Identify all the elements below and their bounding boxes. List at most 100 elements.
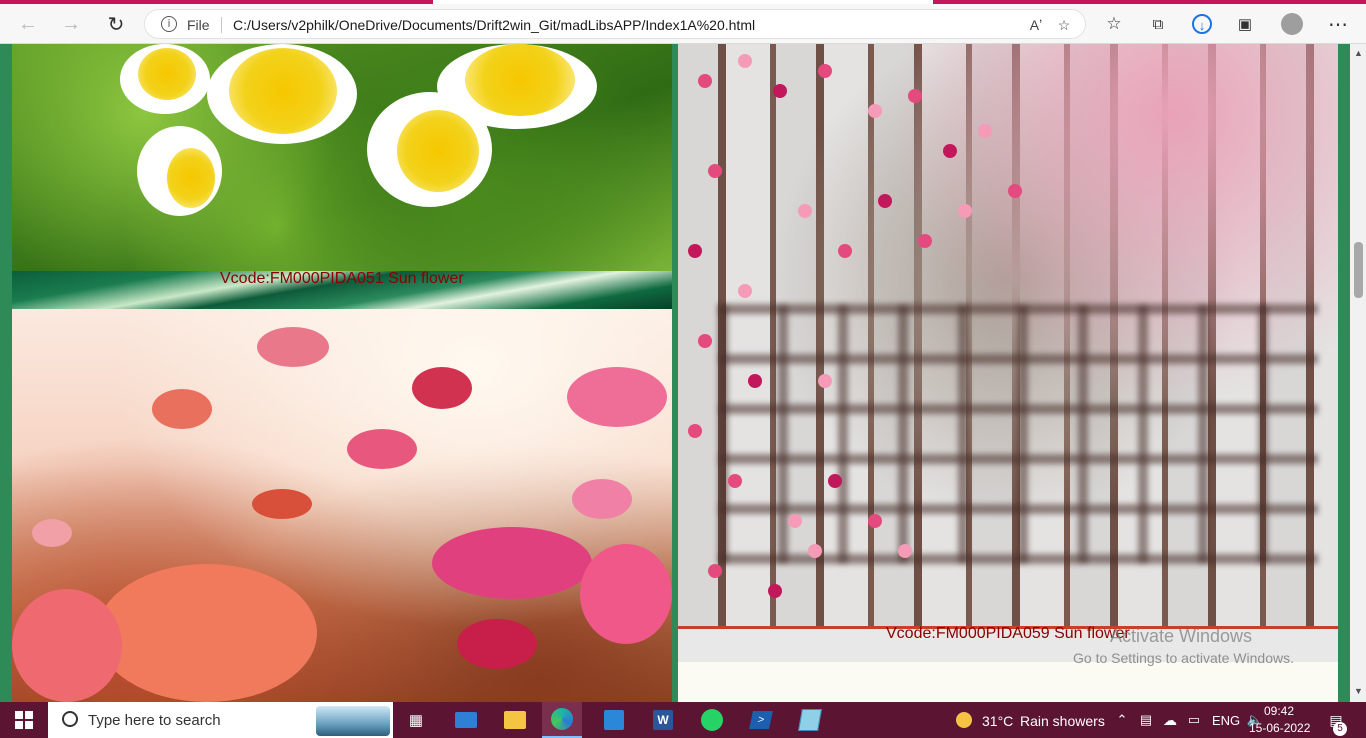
search-icon — [62, 711, 78, 727]
blossom-bud — [943, 144, 957, 158]
blossom-bud — [838, 244, 852, 258]
display-icon[interactable]: ▭ — [1180, 706, 1208, 734]
blossom-bud — [958, 204, 972, 218]
read-aloud-icon[interactable]: Aʼ — [1025, 14, 1047, 36]
blossom-bud — [738, 284, 752, 298]
blossom-bud — [738, 54, 752, 68]
refresh-icon[interactable]: ↻ — [102, 10, 130, 38]
cosmos-bloom — [347, 429, 417, 469]
browser-toolbar: ← → ↻ i File C:/Users/v2philk/OneDrive/D… — [0, 4, 1366, 44]
flower-bloom — [207, 44, 357, 144]
blossom-bud — [773, 84, 787, 98]
collections-icon[interactable]: ⧉ — [1144, 10, 1172, 38]
blossom-bud — [708, 564, 722, 578]
clock-time[interactable]: 09:42 — [1264, 704, 1294, 718]
blossom-bud — [868, 514, 882, 528]
activate-windows-title: Activate Windows — [1110, 626, 1253, 646]
add-favorite-icon[interactable]: ☆ — [1053, 14, 1075, 36]
flower-photo-partial — [678, 662, 1338, 702]
blossom-bud — [878, 194, 892, 208]
scroll-down-icon[interactable]: ▼ — [1354, 686, 1363, 696]
blossom-bud — [908, 89, 922, 103]
blossom-bud — [828, 474, 842, 488]
cosmos-bloom — [252, 489, 312, 519]
notification-badge: 5 — [1333, 722, 1347, 736]
cosmos-bloom — [257, 327, 329, 367]
cosmos-bloom — [152, 389, 212, 429]
cosmos-bloom — [12, 589, 122, 702]
cosmos-bloom — [572, 479, 632, 519]
extensions-icon[interactable]: ▣ — [1231, 10, 1259, 38]
search-highlight-image — [316, 706, 390, 736]
photo-caption-2: Vcode:FM000PIDA059 Sun flower — [886, 625, 1130, 642]
flower-photo-cosmos — [12, 309, 672, 702]
window-lattice — [718, 304, 1318, 564]
blossom-bud — [918, 234, 932, 248]
weather-icon[interactable] — [950, 706, 978, 734]
flower-photo-blossom — [678, 44, 1338, 626]
notification-count: 5 — [1337, 723, 1343, 734]
blossom-bud — [1008, 184, 1022, 198]
blossom-bud — [698, 334, 712, 348]
taskbar-search-box[interactable]: Type here to search — [48, 702, 393, 738]
info-icon[interactable]: i — [161, 16, 177, 32]
blossom-bud — [788, 514, 802, 528]
search-placeholder: Type here to search — [88, 712, 221, 729]
blossom-bud — [868, 104, 882, 118]
cosmos-bloom — [567, 367, 667, 427]
downloads-icon[interactable]: ↓ — [1188, 10, 1216, 38]
page-content: Vcode:FM000PIDA051 Sun flower Vcode:FM00… — [0, 44, 1366, 702]
whatsapp-icon[interactable] — [698, 706, 726, 734]
blossom-bud — [688, 244, 702, 258]
flower-photo-yellow — [12, 44, 672, 271]
file-explorer-icon[interactable] — [501, 706, 529, 734]
weather-description[interactable]: Rain showers — [1020, 713, 1105, 729]
cosmos-bloom — [580, 544, 672, 644]
favorites-icon[interactable]: ☆ — [1100, 10, 1128, 38]
mail-icon[interactable] — [452, 706, 480, 734]
blossom-bud — [818, 374, 832, 388]
flower-bloom — [120, 44, 210, 114]
activate-windows-subtitle: Go to Settings to activate Windows. — [1073, 650, 1294, 666]
url-text[interactable]: C:/Users/v2philk/OneDrive/Documents/Drif… — [233, 17, 755, 33]
flower-bloom — [137, 126, 222, 216]
edge-browser-icon[interactable] — [542, 702, 582, 738]
more-menu-icon[interactable]: ⋯ — [1324, 10, 1352, 38]
photo-caption-1: Vcode:FM000PIDA051 Sun flower — [220, 270, 464, 287]
blossom-bud — [748, 374, 762, 388]
blossom-bud — [698, 74, 712, 88]
forward-arrow-icon[interactable]: → — [57, 10, 85, 38]
read-aloud-glyph: Aʼ — [1029, 17, 1043, 33]
word-icon[interactable]: W — [649, 706, 677, 734]
profile-avatar-icon[interactable] — [1278, 10, 1306, 38]
cosmos-bloom — [412, 367, 472, 409]
cosmos-bloom — [457, 619, 537, 669]
blossom-bud — [708, 164, 722, 178]
address-separator — [221, 17, 222, 33]
cosmos-bloom — [432, 527, 592, 599]
app-icon[interactable] — [796, 706, 824, 734]
blossom-bud — [728, 474, 742, 488]
powershell-icon[interactable]: > — [747, 706, 775, 734]
store-icon[interactable] — [600, 706, 628, 734]
blossom-bud — [688, 424, 702, 438]
blossom-bud — [978, 124, 992, 138]
blossom-bud — [818, 64, 832, 78]
clock-date[interactable]: 15-06-2022 — [1249, 721, 1310, 735]
windows-start-icon[interactable] — [10, 706, 38, 734]
weather-temperature[interactable]: 31°C — [982, 713, 1013, 729]
vertical-scrollbar[interactable]: ▲ ▼ — [1350, 44, 1366, 702]
blossom-bud — [808, 544, 822, 558]
language-indicator[interactable]: ENG — [1212, 713, 1240, 728]
address-bar[interactable]: i File C:/Users/v2philk/OneDrive/Documen… — [144, 9, 1086, 39]
scroll-up-icon[interactable]: ▲ — [1354, 48, 1363, 58]
file-label: File — [187, 17, 210, 33]
cosmos-bloom — [97, 564, 317, 702]
task-view-icon[interactable]: ▦ — [402, 706, 430, 734]
blossom-bud — [798, 204, 812, 218]
windows-taskbar: Type here to search ▦ W > 31°C Rain show… — [0, 702, 1366, 738]
scroll-thumb[interactable] — [1354, 242, 1363, 298]
blossom-bud — [768, 584, 782, 598]
back-arrow-icon[interactable]: ← — [14, 10, 42, 38]
flower-bloom — [367, 92, 492, 207]
